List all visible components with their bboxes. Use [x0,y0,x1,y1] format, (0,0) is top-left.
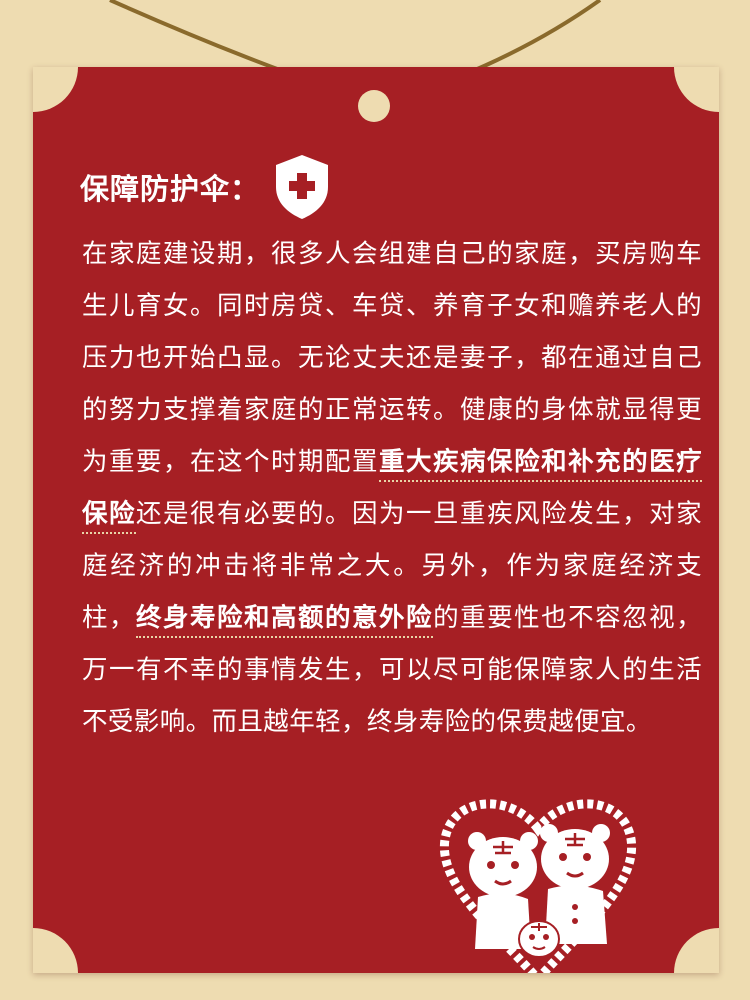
heading-text: 保障防护伞： [80,172,261,206]
card-corner-notch [674,67,719,112]
highlight-life-insurance: 终身寿险和高额的意外险 [136,603,434,638]
tag-hole [358,90,390,122]
info-card: 保障防护伞： 在家庭建设期，很多人会组建自己的家庭，买房购车生儿育女。同时房贷、… [33,67,719,973]
card-corner-notch [674,928,719,973]
card-heading: 保障防护伞： [80,153,332,221]
tiger-family-illustration [439,799,637,973]
card-corner-notch [33,928,78,973]
card-corner-notch [33,67,78,112]
shield-medical-icon [276,155,329,219]
text-segment: 在家庭建设期，很多人会组建自己的家庭，买房购车生儿育女。同时房贷、车贷、养育子女… [82,239,702,477]
body-paragraph: 在家庭建设期，很多人会组建自己的家庭，买房购车生儿育女。同时房贷、车贷、养育子女… [82,228,702,748]
